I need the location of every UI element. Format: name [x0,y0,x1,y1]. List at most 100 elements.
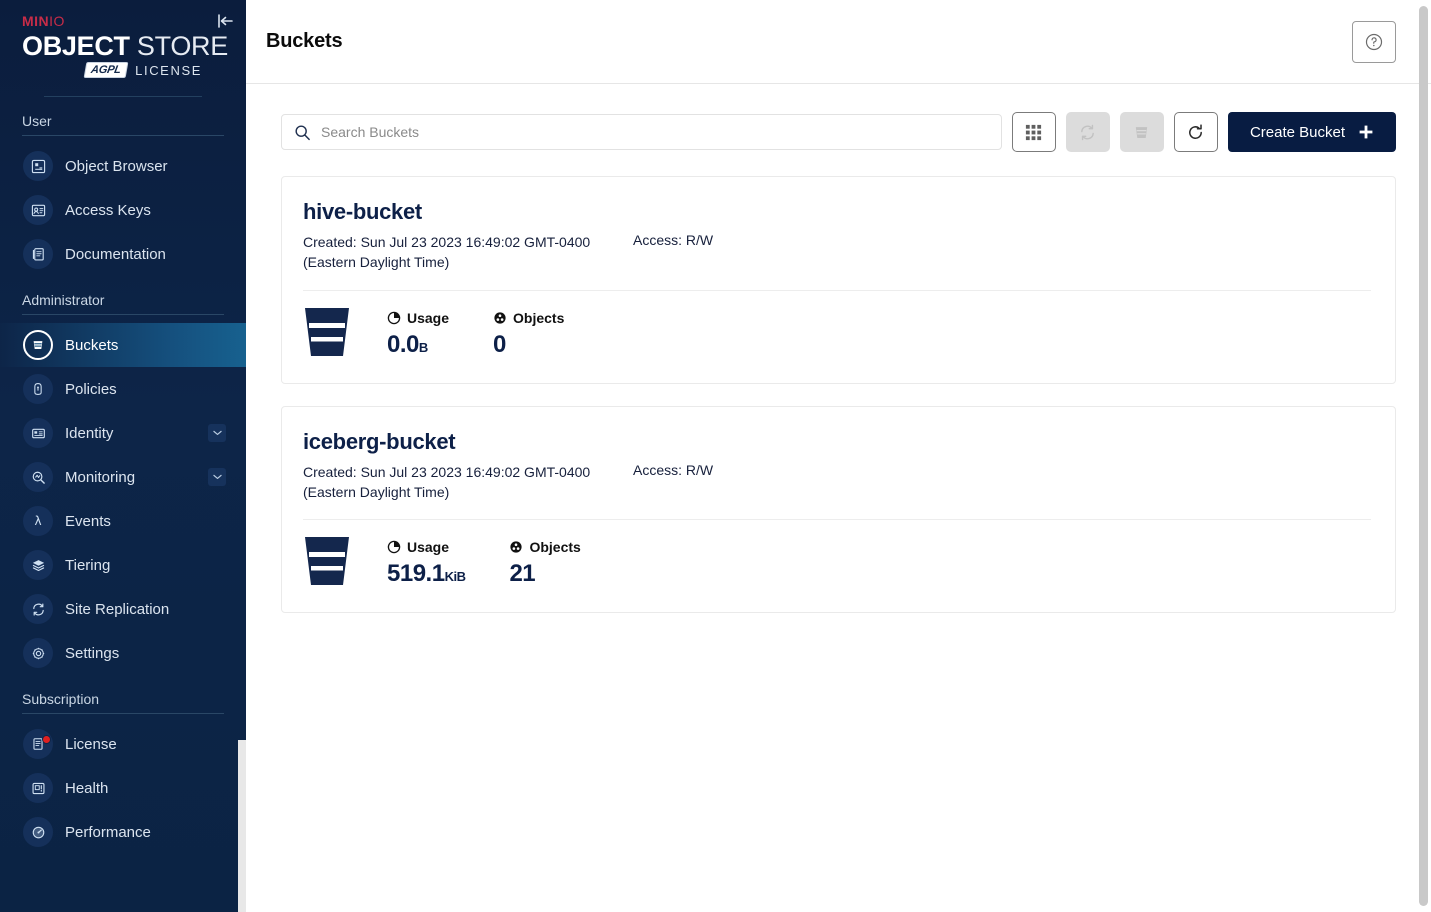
search-icon [295,124,310,140]
sidebar-section-subscription-rule [22,713,224,715]
help-button[interactable] [1352,20,1396,63]
help-circle-icon [1365,33,1383,50]
usage-pie-icon [387,311,401,324]
refresh-button[interactable] [1173,112,1218,152]
gear-icon [23,638,53,669]
usage-number: 519.1 [387,560,445,588]
layers-icon [23,550,53,581]
usage-label: Usage [407,309,450,326]
create-bucket-button[interactable]: Create Bucket [1227,112,1396,152]
main-scrollbar[interactable] [1419,6,1428,906]
access-keys-icon [23,195,53,226]
sidebar-logo-divider [44,96,202,98]
collapse-left-icon [218,14,233,28]
identity-icon [23,418,53,449]
bucket-name[interactable]: iceberg-bucket [303,429,1371,455]
sidebar-scrollbar[interactable] [238,740,246,912]
chevron-down-icon[interactable] [208,424,226,443]
bucket-usage-value: 519.1KiB [387,560,466,588]
bucket-stats: Usage 0.0B Objects 0 [303,291,1371,363]
bucket-usage-head: Usage [387,539,465,555]
create-bucket-label: Create Bucket [1249,123,1345,141]
sidebar-item-license[interactable]: License [0,722,246,766]
sidebar-item-label: Monitoring [65,468,136,486]
bucket-created: Created: Sun Jul 23 2023 16:49:02 GMT-04… [303,234,591,271]
bucket-card[interactable]: hive-bucket Created: Sun Jul 23 2023 16:… [281,176,1396,384]
svg-text:λ: λ [34,514,41,528]
sidebar-section-administrator-title: Administrator [22,292,105,309]
objects-icon [510,541,523,553]
sidebar-item-label: Tiering [65,556,111,574]
replication-button [1065,112,1110,152]
usage-pie-icon [387,540,401,554]
buckets-toolbar: Create Bucket [281,112,1396,152]
main-area: Buckets Search Buckets Create Bucket hiv… [246,0,1431,912]
lambda-icon: λ [23,506,53,537]
sidebar-item-label: Object Browser [65,157,168,175]
sidebar-collapse-button[interactable] [214,10,236,32]
sidebar-item-label: Settings [65,644,120,662]
sidebar-item-label: Health [65,779,109,797]
logo-license-label: LICENSE [135,62,202,78]
bucket-card[interactable]: iceberg-bucket Created: Sun Jul 23 2023 … [281,405,1396,614]
logo-object-store: OBJECT STORE [22,31,228,61]
chevron-down-icon[interactable] [208,468,226,487]
sidebar-item-policies[interactable]: Policies [0,367,246,411]
sync-icon [1081,124,1095,140]
sidebar-logo: MINIO OBJECT STORE AGPL LICENSE [0,0,246,98]
sidebar-section-subscription-title: Subscription [22,691,100,708]
bucket-usage-value: 0.0B [387,331,449,359]
usage-number: 0.0 [387,330,419,358]
refresh-icon [1189,123,1203,139]
logo-license-row: AGPL LICENSE [22,62,224,79]
sidebar-item-tiering[interactable]: Tiering [0,543,246,587]
search-input[interactable] [321,124,989,140]
sidebar-item-label: Identity [65,424,114,442]
sidebar-item-events[interactable]: λ Events [0,499,246,543]
bucket-usage-stat: Usage 519.1KiB [387,539,466,588]
license-notification-badge [42,735,51,745]
sidebar-item-label: License [65,735,117,753]
replication-icon [23,594,53,625]
sidebar-section-administrator-rule [22,314,224,316]
sidebar-item-health[interactable]: Health [0,766,246,810]
objects-icon [494,311,506,324]
sidebar-item-access-keys[interactable]: Access Keys [0,188,246,232]
bucket-created: Created: Sun Jul 23 2023 16:49:02 GMT-04… [303,463,591,500]
bucket-access: Access: R/W [633,232,714,248]
sidebar-item-object-browser[interactable]: Object Browser [0,144,246,188]
license-icon [23,729,53,760]
logo-object: OBJECT [22,31,130,61]
logo-minio: MINIO [22,14,224,28]
bucket-objects-value: 21 [509,560,536,588]
bucket-icon [23,330,53,361]
sidebar-item-monitoring[interactable]: Monitoring [0,455,246,499]
page-title: Buckets [266,30,343,52]
grid-icon [1026,124,1042,140]
app-root: MINIO OBJECT STORE AGPL LICENSE User Obj… [0,0,1431,912]
bucket-usage-stat: Usage 0.0B [387,310,449,359]
page-header: Buckets [246,0,1431,84]
sidebar-item-label: Buckets [65,336,119,354]
sidebar-item-label: Performance [65,823,151,841]
sidebar-item-site-replication[interactable]: Site Replication [0,587,246,631]
sidebar-item-buckets[interactable]: Buckets [0,323,246,368]
sidebar-section-user-title: User [22,113,52,130]
sidebar-item-settings[interactable]: Settings [0,631,246,675]
search-container[interactable] [281,114,1002,150]
usage-unit: KiB [444,569,466,585]
bucket-meta-row: Created: Sun Jul 23 2023 16:49:02 GMT-04… [303,462,1371,503]
sidebar-item-performance[interactable]: Performance [0,810,246,854]
bucket-stats: Usage 519.1KiB Objects 21 [303,520,1371,592]
logo-store: STORE [129,31,228,61]
bucket-objects-head: Objects [493,310,564,326]
usage-unit: B [418,339,428,355]
sidebar-item-label: Documentation [65,245,166,263]
bucket-name[interactable]: hive-bucket [303,199,1371,225]
sidebar-item-identity[interactable]: Identity [0,411,246,455]
bucket-glyph-icon [303,306,351,363]
grid-view-button[interactable] [1011,112,1056,152]
monitoring-icon [23,462,53,493]
sidebar-item-documentation[interactable]: Documentation [0,232,246,276]
agpl-badge: AGPL [83,62,129,79]
